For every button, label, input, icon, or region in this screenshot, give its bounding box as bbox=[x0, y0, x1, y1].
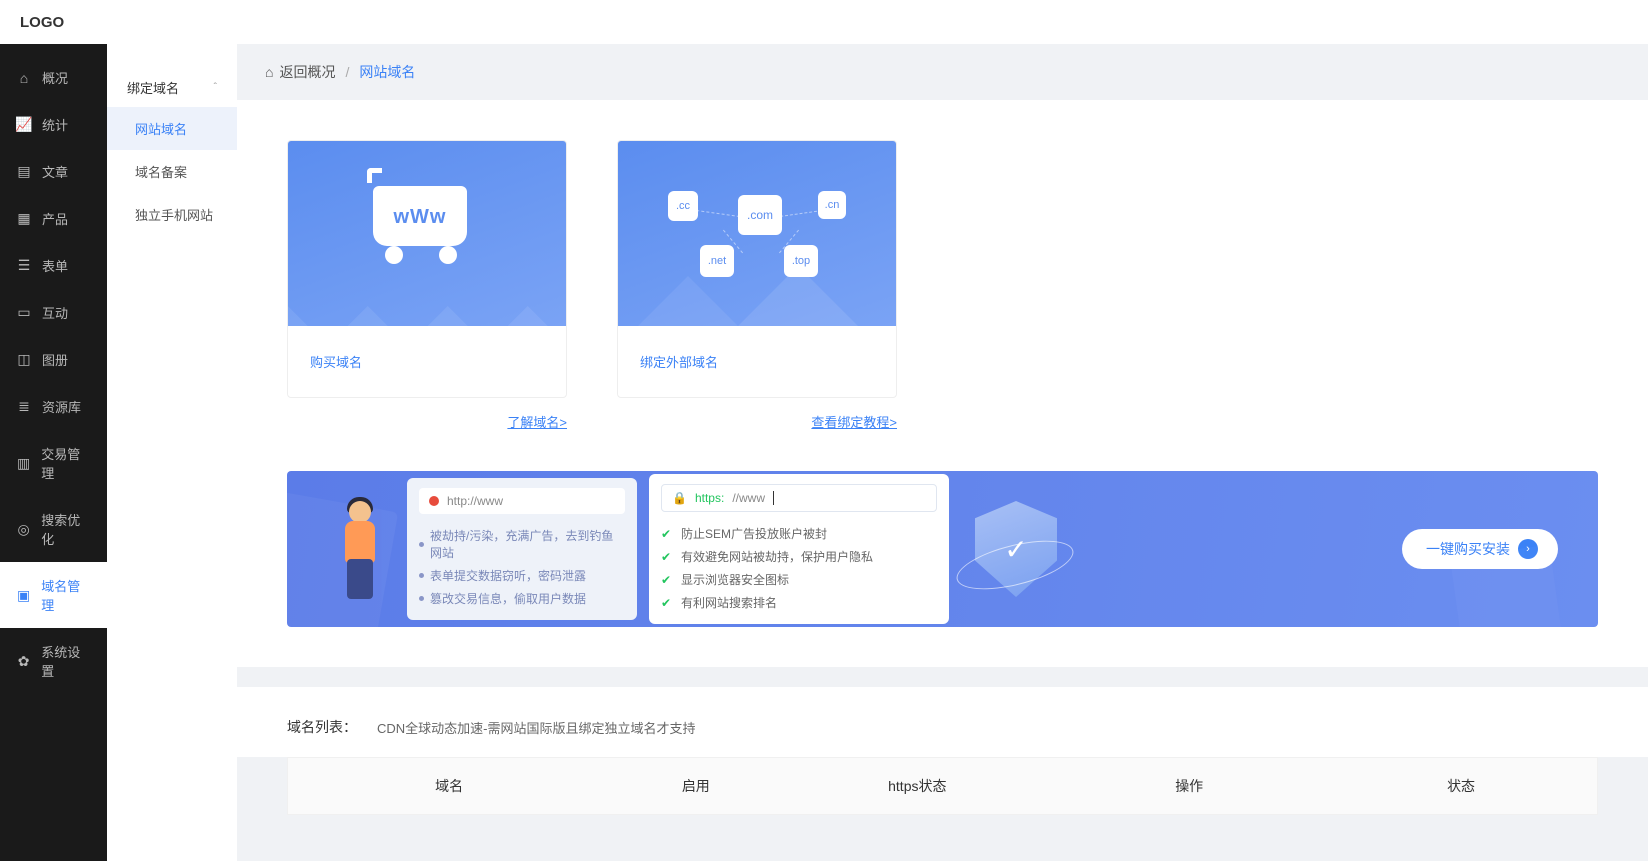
nav-interact[interactable]: ▭ 互动 bbox=[0, 289, 107, 336]
nav-label: 互动 bbox=[42, 303, 68, 322]
link-learn-domain[interactable]: 了解域名> bbox=[507, 415, 567, 430]
card-bind-domain[interactable]: .cc .com .cn .net .top 绑定外部域名 bbox=[617, 140, 897, 398]
chat-icon: ▭ bbox=[16, 305, 32, 321]
link-bind-tutorial[interactable]: 查看绑定教程> bbox=[811, 415, 897, 430]
th-action: 操作 bbox=[1053, 758, 1325, 814]
stats-icon: 📈 bbox=[16, 117, 32, 133]
home-icon: ⌂ bbox=[16, 70, 32, 86]
th-https: https状态 bbox=[781, 758, 1053, 814]
nav-label: 统计 bbox=[42, 115, 68, 134]
tld-net-icon: .net bbox=[700, 245, 734, 277]
breadcrumb-sep: / bbox=[345, 64, 349, 80]
breadcrumb-back-label: 返回概况 bbox=[279, 62, 335, 82]
seo-icon: ◎ bbox=[16, 521, 31, 537]
shield-icon: ✓ bbox=[961, 489, 1071, 609]
cart-icon: wWw bbox=[373, 186, 473, 246]
nav-trade[interactable]: ▥ 交易管理 bbox=[0, 430, 107, 496]
nav-label: 资源库 bbox=[42, 397, 81, 416]
card-buy-domain[interactable]: wWw 购买域名 bbox=[287, 140, 567, 398]
nav-label: 图册 bbox=[42, 350, 68, 369]
nav-stats[interactable]: 📈 统计 bbox=[0, 101, 107, 148]
tld-cc-icon: .cc bbox=[668, 191, 698, 221]
gear-icon: ✿ bbox=[16, 653, 31, 669]
doc-icon: ▤ bbox=[16, 164, 32, 180]
nav-label: 表单 bbox=[42, 256, 68, 275]
subnav-mobile-site[interactable]: 独立手机网站 bbox=[107, 193, 237, 236]
logo: LOGO bbox=[20, 14, 64, 31]
tld-cn-icon: .cn bbox=[818, 191, 846, 219]
db-icon: ≣ bbox=[16, 399, 32, 415]
nav-gallery[interactable]: ◫ 图册 bbox=[0, 336, 107, 383]
domain-list-label: 域名列表： bbox=[287, 717, 357, 737]
sidebar-main: ⌂ 概况 📈 统计 ▤ 文章 ▦ 产品 ☰ 表单 ▭ 互动 ◫ 图册 ≣ 资源库 ▥ 交易管理 ◎… bbox=[0, 44, 107, 861]
nav-form[interactable]: ☰ 表单 bbox=[0, 242, 107, 289]
tld-com-icon: .com bbox=[738, 195, 782, 235]
nav-label: 产品 bbox=[42, 209, 68, 228]
card-buy-title: 购买域名 bbox=[288, 326, 566, 397]
cart-text: wWw bbox=[373, 206, 467, 229]
subnav-domain-record[interactable]: 域名备案 bbox=[107, 150, 237, 193]
form-icon: ☰ bbox=[16, 258, 32, 274]
subnav-site-domain[interactable]: 网站域名 bbox=[107, 107, 237, 150]
th-enable: 启用 bbox=[610, 758, 781, 814]
subnav-header-label: 绑定域名 bbox=[127, 78, 179, 97]
sidebar-sub: 绑定域名 ˆ 网站域名 域名备案 独立手机网站 bbox=[107, 44, 237, 861]
subnav-header[interactable]: 绑定域名 ˆ bbox=[107, 68, 237, 107]
nav-seo[interactable]: ◎ 搜索优化 bbox=[0, 496, 107, 562]
nav-resource[interactable]: ≣ 资源库 bbox=[0, 383, 107, 430]
card-bind-title: 绑定外部域名 bbox=[618, 326, 896, 397]
nav-overview[interactable]: ⌂ 概况 bbox=[0, 54, 107, 101]
nav-domain[interactable]: ▣ 域名管理 bbox=[0, 562, 107, 628]
breadcrumb: ⌂ 返回概况 / 网站域名 bbox=[237, 44, 1648, 100]
domain-table: 域名 启用 https状态 操作 状态 bbox=[287, 757, 1598, 815]
grid-icon: ▦ bbox=[16, 211, 32, 227]
https-banner: http://www 被劫持/污染，充满广告，去到钓鱼网站表单提交数据窃听，密码… bbox=[287, 471, 1598, 627]
breadcrumb-back[interactable]: ⌂ 返回概况 bbox=[265, 62, 335, 82]
home-icon: ⌂ bbox=[265, 64, 273, 80]
breadcrumb-current: 网站域名 bbox=[359, 62, 415, 82]
nav-product[interactable]: ▦ 产品 bbox=[0, 195, 107, 242]
th-status: 状态 bbox=[1325, 758, 1597, 814]
nav-label: 域名管理 bbox=[41, 576, 91, 614]
domain-icon: ▣ bbox=[16, 587, 31, 603]
nav-settings[interactable]: ✿ 系统设置 bbox=[0, 628, 107, 694]
domain-list-note: CDN全球动态加速-需网站国际版且绑定独立域名才支持 bbox=[377, 718, 696, 737]
nav-label: 搜索优化 bbox=[41, 510, 91, 548]
nav-label: 文章 bbox=[42, 162, 68, 181]
th-domain: 域名 bbox=[288, 758, 610, 814]
trade-icon: ▥ bbox=[16, 455, 31, 471]
nav-label: 交易管理 bbox=[41, 444, 91, 482]
nav-label: 概况 bbox=[42, 68, 68, 87]
nav-article[interactable]: ▤ 文章 bbox=[0, 148, 107, 195]
person-illustration-icon bbox=[327, 493, 387, 603]
gallery-icon: ◫ bbox=[16, 352, 32, 368]
chevron-up-icon: ˆ bbox=[214, 82, 217, 93]
tld-top-icon: .top bbox=[784, 245, 818, 277]
nav-label: 系统设置 bbox=[41, 642, 91, 680]
